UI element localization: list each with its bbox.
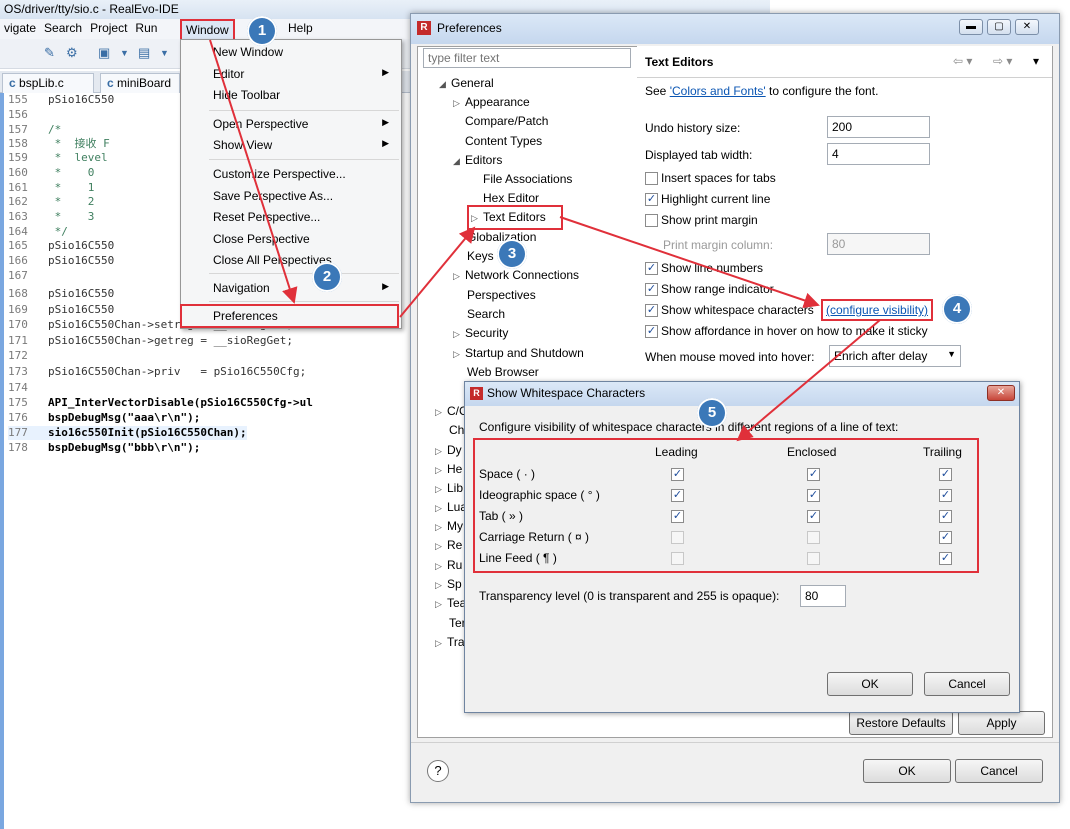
annotation-arrows bbox=[209, 39, 881, 442]
step-badge-4: 4 bbox=[942, 294, 972, 324]
step-badge-1: 1 bbox=[247, 16, 277, 46]
step-badge-2: 2 bbox=[312, 262, 342, 292]
step-badge-3: 3 bbox=[497, 239, 527, 269]
step-badge-5: 5 bbox=[697, 398, 727, 428]
arrow-text-editors-to-configure bbox=[559, 216, 820, 309]
arrow-configure-to-grid bbox=[736, 319, 881, 442]
arrow-menu-to-preferences bbox=[209, 39, 298, 304]
arrow-preferences-to-text-editors bbox=[399, 226, 476, 318]
